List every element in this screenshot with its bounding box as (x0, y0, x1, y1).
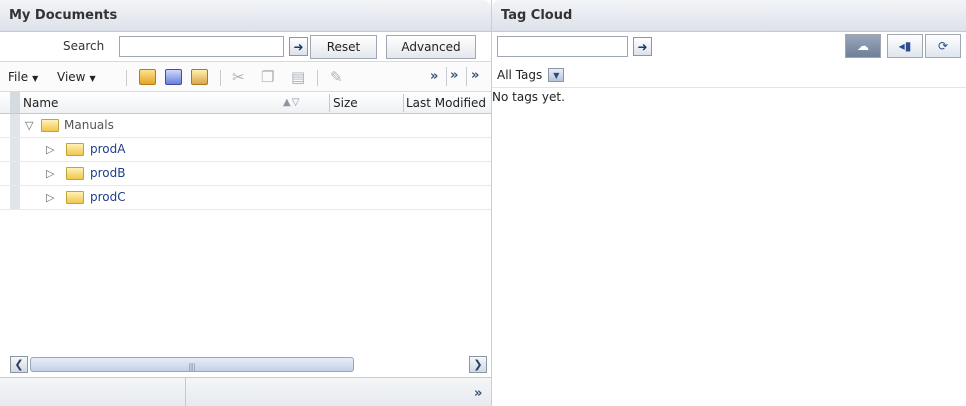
chevron-left-icon: ❮ (14, 358, 24, 371)
toolbar-overflow-3[interactable]: » (466, 67, 481, 86)
scroll-right-button[interactable]: ❯ (469, 356, 487, 373)
cut-icon[interactable]: ✂ (232, 68, 245, 86)
folder-icon (41, 119, 59, 132)
row-gutter (10, 186, 20, 209)
column-header-size[interactable]: Size (333, 96, 358, 110)
panel-title: Tag Cloud (501, 8, 573, 23)
chevron-down-icon: ▼ (89, 74, 96, 83)
search-label: Search (63, 39, 105, 53)
folder-properties-icon[interactable] (165, 69, 182, 85)
tag-refresh-button[interactable]: ⟳ (925, 34, 961, 58)
empty-tags-message: No tags yet. (492, 90, 565, 104)
column-header-row: Name ▲▽ Size Last Modified (0, 92, 491, 114)
tree-link[interactable]: prodA (90, 142, 125, 156)
tree-row[interactable]: ▷ prodC (0, 186, 491, 210)
row-gutter (10, 138, 20, 161)
advanced-search-button[interactable]: Advanced (386, 35, 476, 59)
row-gutter (10, 114, 20, 137)
toolbar-overflow-icon[interactable]: » (430, 69, 438, 84)
chevron-down-icon: ▼ (32, 74, 39, 83)
tag-refresh-icon: ⟳ (937, 39, 949, 53)
tag-search-go-button[interactable]: ➜ (633, 37, 652, 56)
toolbar-divider (126, 70, 127, 86)
arrow-right-icon: ➜ (293, 39, 304, 54)
view-menu-label: View (57, 70, 86, 84)
row-header-gutter (10, 92, 20, 113)
tree-link[interactable]: prodC (90, 190, 126, 204)
reset-button[interactable]: Reset (310, 35, 377, 59)
status-divider (185, 378, 186, 406)
panel-title: My Documents (9, 8, 118, 23)
tree-row[interactable]: ▷ prodB (0, 162, 491, 186)
expand-triangle-icon[interactable]: ▷ (46, 167, 54, 180)
tree-row-root[interactable]: ▽ Manuals (0, 114, 491, 138)
collapse-triangle-icon[interactable]: ▽ (25, 119, 33, 132)
my-documents-titlebar: My Documents (0, 0, 491, 32)
toolbar-overflow-2[interactable]: » (446, 67, 461, 86)
cloud-view-button[interactable]: ☁ (845, 34, 881, 58)
chevron-down-icon: ▼ (548, 68, 565, 82)
tag-filter-select[interactable]: All Tags ▼ (497, 65, 565, 85)
new-folder-icon[interactable] (139, 69, 156, 85)
expand-triangle-icon[interactable]: ▷ (46, 143, 54, 156)
toolbar-divider (220, 70, 221, 86)
overflow-chevron-icon: » (450, 68, 459, 83)
copy-icon[interactable]: ❐ (261, 68, 274, 86)
tree-link[interactable]: prodB (90, 166, 125, 180)
status-bar: » (0, 377, 491, 406)
tag-cloud-panel: Tag Cloud ➜ ☁ ◂▮ ⟳ All Tags ▼ No tags ye… (491, 0, 966, 406)
folder-icon (66, 191, 84, 204)
scroll-grip-icon: |||| (188, 362, 196, 371)
tree-row[interactable]: ▷ prodA (0, 138, 491, 162)
paste-icon[interactable]: ▤ (291, 68, 305, 86)
view-menu[interactable]: View ▼ (57, 70, 96, 84)
folder-icon (66, 143, 84, 156)
column-divider[interactable] (329, 94, 330, 112)
upload-document-icon[interactable] (191, 69, 208, 85)
search-input[interactable] (119, 36, 284, 57)
cloud-view-icon: ☁ (857, 39, 869, 53)
expand-triangle-icon[interactable]: ▷ (46, 191, 54, 204)
tag-filter-value: All Tags (497, 68, 543, 82)
tree-label: Manuals (64, 118, 114, 132)
rename-pencil-icon[interactable]: ✎ (330, 68, 343, 86)
folder-icon (66, 167, 84, 180)
chevron-right-icon: ❯ (473, 358, 483, 371)
tag-list-icon: ◂▮ (898, 39, 912, 53)
tag-filter-row: All Tags ▼ (492, 62, 966, 88)
row-gutter (10, 162, 20, 185)
scroll-left-button[interactable]: ❮ (10, 356, 28, 373)
tag-cloud-titlebar: Tag Cloud (492, 0, 966, 32)
tag-list-button[interactable]: ◂▮ (887, 34, 923, 58)
file-menu[interactable]: File ▼ (8, 70, 38, 84)
search-row: Search ➜ Reset Advanced (0, 32, 491, 62)
column-divider[interactable] (403, 94, 404, 112)
arrow-right-icon: ➜ (637, 39, 648, 54)
horizontal-scrollbar[interactable]: ❮ |||| ❯ (10, 356, 487, 374)
file-menu-label: File (8, 70, 29, 84)
my-documents-panel: My Documents Search ➜ Reset Advanced Fil… (0, 0, 491, 406)
tag-search-input[interactable] (497, 36, 628, 57)
column-header-last-modified[interactable]: Last Modified (406, 96, 486, 110)
toolbar-divider (317, 70, 318, 86)
column-header-name[interactable]: Name (23, 96, 58, 110)
overflow-chevron-icon: » (471, 68, 480, 83)
search-go-button[interactable]: ➜ (289, 37, 308, 56)
tag-search-row: ➜ ☁ ◂▮ ⟳ (492, 32, 966, 62)
sort-arrows-icon[interactable]: ▲▽ (283, 97, 300, 108)
documents-toolbar: File ▼ View ▼ ✂ ❐ ▤ ✎ » » » (0, 62, 491, 92)
status-overflow-icon[interactable]: » (474, 386, 482, 401)
scroll-thumb[interactable]: |||| (30, 357, 354, 372)
